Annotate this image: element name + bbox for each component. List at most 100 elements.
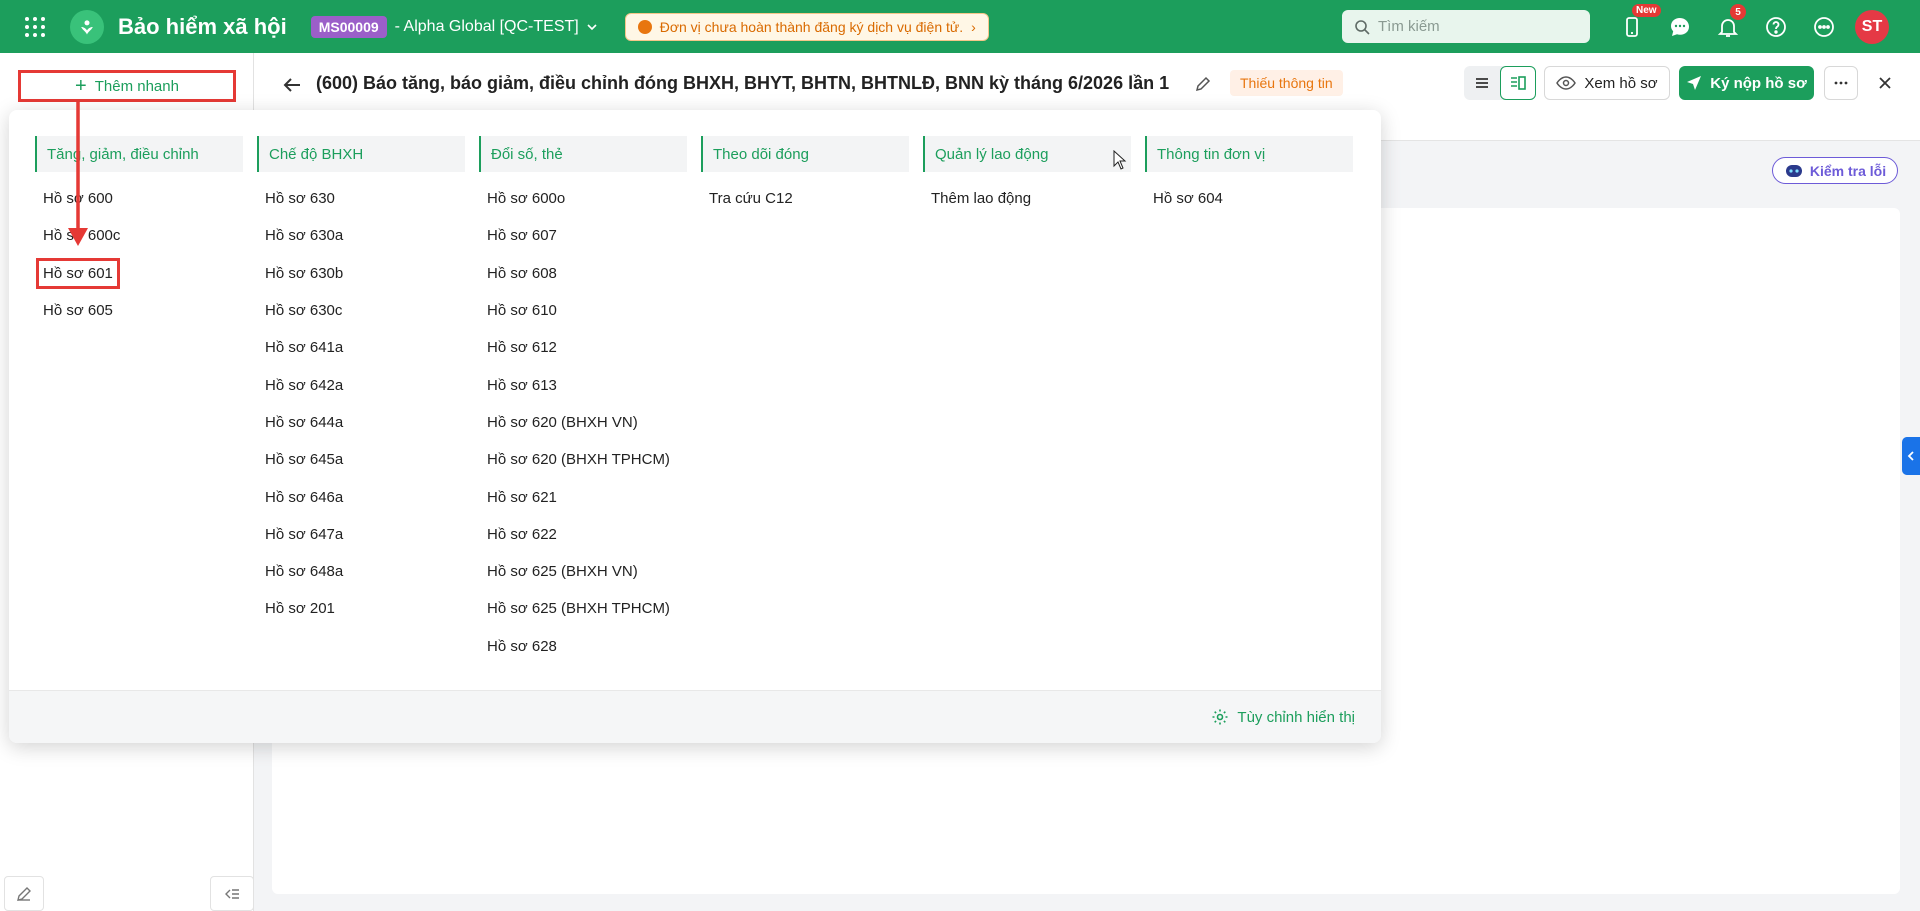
dropdown-item-label: Hồ sơ 600c: [43, 227, 121, 245]
close-button[interactable]: [1872, 70, 1898, 96]
dropdown-column: Đổi số, thẻ Hồ sơ 600o Hồ sơ 607 Hồ sơ 608 H…: [479, 136, 687, 665]
dropdown-item[interactable]: Hồ sơ 605: [35, 292, 243, 329]
check-errors-button[interactable]: Kiểm tra lỗi: [1772, 157, 1898, 184]
dropdown-item-label: Hồ sơ 620 (BHXH VN): [487, 413, 638, 431]
dropdown-item[interactable]: Hồ sơ 604: [1145, 180, 1353, 217]
send-icon: [1687, 76, 1702, 90]
gear-icon: [1212, 709, 1228, 725]
org-name[interactable]: - Alpha Global [QC-TEST]: [395, 18, 579, 36]
dropdown-columns: Tăng, giảm, điều chỉnh Hồ sơ 600 Hồ sơ 600…: [35, 136, 1353, 665]
list-view-icon[interactable]: [1464, 66, 1500, 100]
dropdown-item[interactable]: Hồ sơ 645a: [257, 441, 465, 478]
dropdown-item-label: Hồ sơ 625 (BHXH TPHCM): [487, 600, 670, 618]
search-input[interactable]: Tìm kiếm: [1342, 10, 1590, 43]
dropdown-item[interactable]: Hồ sơ 630a: [257, 217, 465, 254]
dropdown-item[interactable]: Hồ sơ 608: [479, 255, 687, 292]
split-view-icon[interactable]: [1500, 66, 1536, 100]
help-icon[interactable]: [1752, 0, 1800, 53]
dropdown-item[interactable]: Hồ sơ 620 (BHXH TPHCM): [479, 441, 687, 478]
dropdown-item[interactable]: Hồ sơ 630c: [257, 292, 465, 329]
bell-icon[interactable]: 5: [1704, 0, 1752, 53]
dropdown-item-label: Hồ sơ 605: [43, 302, 113, 320]
chevron-down-icon[interactable]: [585, 20, 599, 34]
view-document-button[interactable]: Xem hồ sơ: [1544, 66, 1670, 100]
dropdown-item[interactable]: Hồ sơ 622: [479, 516, 687, 553]
dropdown-item-label: Hồ sơ 622: [487, 525, 557, 543]
dropdown-item[interactable]: Hồ sơ 613: [479, 366, 687, 403]
dropdown-item-label: Hồ sơ 601: [36, 257, 120, 289]
more-horizontal-icon: [1834, 81, 1848, 85]
user-avatar[interactable]: ST: [1855, 10, 1889, 44]
dropdown-item-label: Hồ sơ 600: [43, 190, 113, 208]
dropdown-item[interactable]: Hồ sơ 630: [257, 180, 465, 217]
check-errors-label: Kiểm tra lỗi: [1809, 162, 1887, 179]
dropdown-column: Chế độ BHXH Hồ sơ 630 Hồ sơ 630a Hồ sơ 630b…: [257, 136, 465, 665]
dropdown-item[interactable]: Hồ sơ 201: [257, 590, 465, 627]
robot-icon: [1785, 164, 1802, 177]
dropdown-item[interactable]: Hồ sơ 600: [35, 180, 243, 217]
edit-title-icon[interactable]: [1194, 75, 1212, 93]
edit-note-button[interactable]: [4, 876, 44, 911]
dropdown-item[interactable]: Hồ sơ 607: [479, 217, 687, 254]
expand-panel-button[interactable]: [1902, 437, 1920, 475]
dropdown-item[interactable]: Hồ sơ 621: [479, 478, 687, 515]
notification-count-badge: 5: [1730, 4, 1746, 20]
sign-submit-button[interactable]: Ký nộp hồ sơ: [1679, 66, 1814, 100]
dropdown-column: Tăng, giảm, điều chỉnh Hồ sơ 600 Hồ sơ 600…: [35, 136, 243, 665]
dropdown-item[interactable]: Hồ sơ 625 (BHXH VN): [479, 553, 687, 590]
chat-icon[interactable]: [1656, 0, 1704, 53]
service-warning-banner[interactable]: Đơn vị chưa hoàn thành đăng ký dịch vụ đ…: [624, 12, 989, 41]
quick-add-button[interactable]: + Thêm nhanh: [18, 70, 236, 102]
dropdown-item-label: Hồ sơ 613: [487, 376, 557, 394]
dropdown-item[interactable]: Hồ sơ 642a: [257, 366, 465, 403]
dropdown-item[interactable]: Hồ sơ 630b: [257, 255, 465, 292]
dropdown-item[interactable]: Hồ sơ 601: [35, 255, 243, 292]
dropdown-item-label: Thêm lao động: [931, 190, 1032, 208]
dropdown-item-label: Hồ sơ 628: [487, 637, 557, 655]
dropdown-item-label: Hồ sơ 641a: [265, 339, 344, 357]
dropdown-item[interactable]: Hồ sơ 646a: [257, 478, 465, 515]
customize-display-button[interactable]: Tùy chỉnh hiển thị: [9, 690, 1381, 743]
close-icon: [1879, 77, 1891, 89]
collapse-sidebar-button[interactable]: [210, 876, 254, 911]
dropdown-item-label: Hồ sơ 600o: [487, 190, 566, 208]
dropdown-item[interactable]: Hồ sơ 644a: [257, 404, 465, 441]
dropdown-item-label: Hồ sơ 607: [487, 227, 557, 245]
app-grid-icon[interactable]: [0, 0, 70, 53]
dropdown-item-label: Hồ sơ 645a: [265, 451, 344, 469]
column-header: Theo dõi đóng: [701, 136, 909, 172]
plus-icon: +: [75, 75, 87, 97]
dropdown-item[interactable]: Hồ sơ 600o: [479, 180, 687, 217]
dropdown-item[interactable]: Hồ sơ 641a: [257, 329, 465, 366]
collapse-icon: [225, 888, 239, 899]
dropdown-item[interactable]: Tra cứu C12: [701, 180, 909, 217]
mobile-app-icon[interactable]: New: [1608, 0, 1661, 53]
dropdown-item[interactable]: Hồ sơ 612: [479, 329, 687, 366]
dropdown-item[interactable]: Hồ sơ 647a: [257, 516, 465, 553]
dropdown-item[interactable]: Hồ sơ 628: [479, 628, 687, 665]
more-options-button[interactable]: [1824, 66, 1858, 100]
dropdown-item[interactable]: Hồ sơ 600c: [35, 217, 243, 254]
quick-add-dropdown: Tăng, giảm, điều chỉnh Hồ sơ 600 Hồ sơ 600…: [9, 110, 1381, 743]
back-arrow-icon[interactable]: [280, 73, 304, 97]
more-apps-icon[interactable]: [1800, 0, 1848, 53]
dropdown-item-label: Hồ sơ 646a: [265, 488, 344, 506]
sign-submit-label: Ký nộp hồ sơ: [1710, 74, 1807, 92]
dropdown-item-label: Hồ sơ 620 (BHXH TPHCM): [487, 451, 670, 469]
search-placeholder: Tìm kiếm: [1378, 18, 1440, 35]
dropdown-item[interactable]: Hồ sơ 610: [479, 292, 687, 329]
dropdown-item[interactable]: Hồ sơ 625 (BHXH TPHCM): [479, 590, 687, 627]
dropdown-item[interactable]: Hồ sơ 620 (BHXH VN): [479, 404, 687, 441]
view-document-label: Xem hồ sơ: [1584, 74, 1658, 92]
dropdown-item-label: Hồ sơ 625 (BHXH VN): [487, 563, 638, 581]
dropdown-item[interactable]: Hồ sơ 648a: [257, 553, 465, 590]
column-header: Quản lý lao động: [923, 136, 1131, 172]
dropdown-item-label: Hồ sơ 621: [487, 488, 557, 506]
warning-text: Đơn vị chưa hoàn thành đăng ký dịch vụ đ…: [659, 18, 964, 35]
chevron-right-icon: ›: [971, 18, 976, 35]
dropdown-item[interactable]: Thêm lao động: [923, 180, 1131, 217]
view-toggle[interactable]: [1464, 66, 1536, 100]
dropdown-column: Theo dõi đóng Tra cứu C12: [701, 136, 909, 665]
dropdown-item-label: Hồ sơ 630b: [265, 264, 344, 282]
dropdown-item-label: Hồ sơ 642a: [265, 376, 344, 394]
